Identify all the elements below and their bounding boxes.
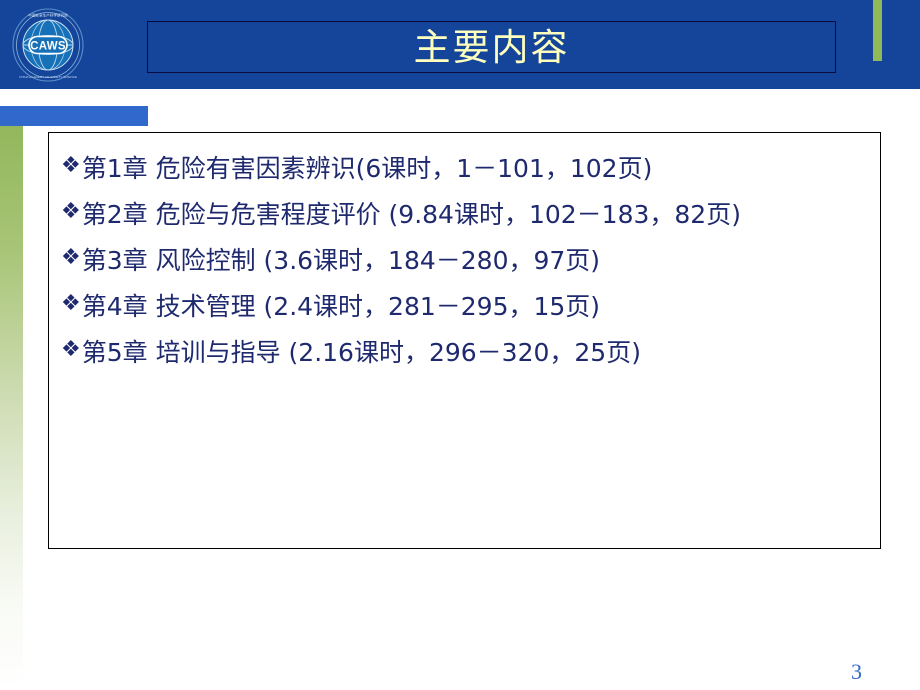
- list-item: ❖ 第3章 风险控制 (3.6课时，184－280，97页): [49, 245, 880, 276]
- svg-text:CAWS: CAWS: [30, 40, 66, 52]
- diamond-bullet-icon: ❖: [61, 153, 81, 178]
- list-item-label: 第4章 技术管理 (2.4课时，281－295，15页): [81, 292, 601, 321]
- diamond-bullet-icon: ❖: [61, 291, 81, 316]
- diamond-bullet-icon: ❖: [61, 337, 81, 362]
- slide-title-box: 主要内容: [147, 21, 836, 73]
- svg-text:中国安全生产科学研究院: 中国安全生产科学研究院: [28, 13, 68, 18]
- content-box: ❖ 第1章 危险有害因素辨识(6课时，1－101，102页) ❖ 第2章 危险与…: [48, 132, 881, 549]
- chapter-list: ❖ 第1章 危险有害因素辨识(6课时，1－101，102页) ❖ 第2章 危险与…: [49, 153, 880, 368]
- left-gradient-strip: [0, 126, 23, 690]
- svg-text:CHINA ACADEMY OF SAFETY SCIENC: CHINA ACADEMY OF SAFETY SCIENCE: [19, 75, 77, 79]
- blue-accent-bar: [0, 106, 148, 126]
- diamond-bullet-icon: ❖: [61, 199, 81, 224]
- list-item: ❖ 第2章 危险与危害程度评价 (9.84课时，102－183，82页): [49, 199, 880, 230]
- list-item-label: 第2章 危险与危害程度评价 (9.84课时，102－183，82页): [81, 200, 741, 229]
- page-number: 3: [851, 659, 862, 684]
- list-item: ❖ 第4章 技术管理 (2.4课时，281－295，15页): [49, 291, 880, 322]
- list-item: ❖ 第1章 危险有害因素辨识(6课时，1－101，102页): [49, 153, 880, 184]
- diamond-bullet-icon: ❖: [61, 245, 81, 270]
- caws-logo: CAWS 中国安全生产科学研究院 CHINA ACADEMY OF SAFETY…: [11, 8, 85, 82]
- page-title: 主要内容: [413, 25, 570, 69]
- list-item: ❖ 第5章 培训与指导 (2.16课时，296－320，25页): [49, 337, 880, 368]
- list-item-label: 第5章 培训与指导 (2.16课时，296－320，25页): [81, 338, 641, 367]
- list-item-label: 第3章 风险控制 (3.6课时，184－280，97页): [81, 246, 601, 275]
- green-accent-bar: [873, 0, 882, 61]
- list-item-label: 第1章 危险有害因素辨识(6课时，1－101，102页): [81, 154, 653, 183]
- presentation-slide: CAWS 中国安全生产科学研究院 CHINA ACADEMY OF SAFETY…: [0, 0, 920, 690]
